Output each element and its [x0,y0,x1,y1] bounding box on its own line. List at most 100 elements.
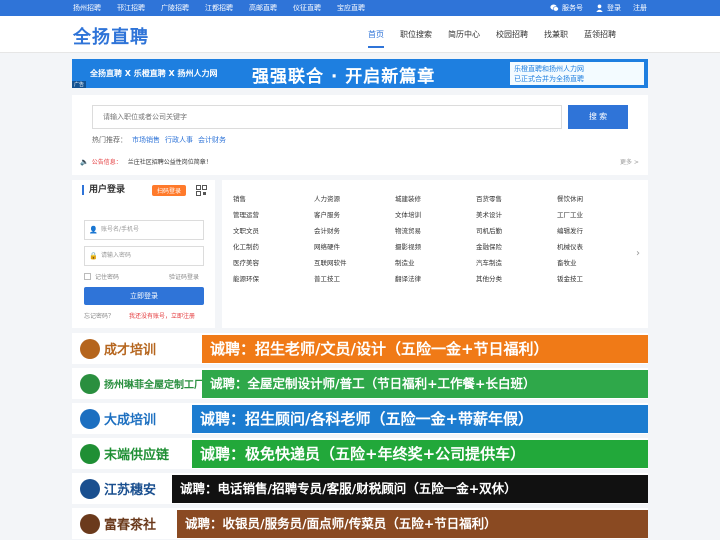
account-placeholder: 账号名/手机号 [101,226,140,233]
ad-job-text: 诚聘：极免快递员（五险+年终奖+公司提供车） [192,440,648,468]
service-account-link[interactable]: 服务号 [550,3,583,13]
qr-login-button[interactable]: 扫码登录 [152,185,187,196]
hot-link-sales[interactable]: 市场销售 [132,135,160,145]
category-link[interactable]: 金融保险 [476,241,557,257]
register-link[interactable]: 注册 [633,3,647,13]
category-link[interactable]: 互联网软件 [314,257,395,273]
category-link[interactable]: 文职文员 [233,225,314,241]
notice-more-link[interactable]: 更多 > [620,157,639,166]
promo-banner[interactable]: 全扬直聘 X 乐橙直聘 X 扬州人力网 强强联合 · 开启新篇章 乐橙直聘和扬州… [72,59,648,88]
ad-company-logo: 江苏穗安 [72,473,156,504]
city-link-yangzhou[interactable]: 扬州招聘 [73,0,101,16]
category-link[interactable]: 工厂工业 [557,209,638,225]
qrcode-icon[interactable] [196,185,207,196]
ad-company-name: 成才培训 [104,343,157,358]
category-link[interactable]: 物流贸易 [395,225,476,241]
category-link[interactable]: 能源环保 [233,273,314,289]
city-link-jiangdu[interactable]: 江都招聘 [205,0,233,16]
category-link[interactable]: 美术设计 [476,209,557,225]
category-link[interactable]: 摄影视频 [395,241,476,257]
wechat-icon [550,4,559,12]
category-link[interactable]: 翻译法律 [395,273,476,289]
category-link[interactable]: 畜牧业 [557,257,638,273]
remember-label: 记住密码 [95,274,120,281]
nav-home[interactable]: 首页 [360,16,392,53]
category-link[interactable]: 机械仪表 [557,241,638,257]
search-button[interactable]: 搜 索 [568,105,628,129]
notice-link[interactable]: 兰庄社区招聘公益性岗位简章！ [128,157,212,166]
account-field[interactable]: 👤 账号名/手机号 [84,220,204,240]
nav-blue-collar[interactable]: 蓝领招聘 [576,16,624,53]
login-title: 用户登录 [82,185,125,195]
main-nav: 首页 职位搜索 简历中心 校园招聘 找兼职 蓝领招聘 [360,16,624,53]
category-link[interactable]: 司机后勤 [476,225,557,241]
hot-link-accounting[interactable]: 会计财务 [198,135,226,145]
hot-label: 热门推荐： [92,136,127,144]
top-bar: 扬州招聘 邗江招聘 广陵招聘 江都招聘 高邮直聘 仪征直聘 宝应直聘 服务号 登… [0,0,720,16]
job-categories: 销售 人力资源 城建装修 百货零售 餐饮休闲管理运营 客户服务 文体培训 美术设计 工厂工业文职… [222,180,648,328]
ad-tag: 广告 [72,81,87,88]
category-link[interactable]: 城建装修 [395,193,476,209]
category-link[interactable]: 汽车制造 [476,257,557,273]
ad-banner[interactable]: 成才培训 诚聘：招生老师/文员/设计（五险一金+节日福利） [72,333,648,364]
password-field[interactable]: 🔒 请输入密码 [84,246,204,266]
category-link[interactable]: 百货零售 [476,193,557,209]
remember-checkbox[interactable] [84,273,91,280]
search-panel: 搜 索 热门推荐： 市场销售 行政人事 会计财务 🔈 公告信息： 兰庄社区招聘公… [72,95,648,175]
hot-recommendations: 热门推荐： 市场销售 行政人事 会计财务 [92,135,226,145]
lock-icon: 🔒 [89,252,98,260]
ad-banner[interactable]: 末端供应链 诚聘：极免快递员（五险+年终奖+公司提供车） [72,438,648,469]
search-input[interactable] [92,105,562,129]
ad-banner[interactable]: 富春茶社 诚聘：收银员/服务员/面点师/传菜员（五险+节日福利） [72,508,648,539]
category-link[interactable]: 销售 [233,193,314,209]
category-link[interactable]: 其他分类 [476,273,557,289]
category-link[interactable]: 化工制药 [233,241,314,257]
city-link-guangling[interactable]: 广陵招聘 [161,0,189,16]
ad-banner[interactable]: 扬州琳菲全屋定制工厂直销 诚聘：全屋定制设计师/普工（节日福利+工作餐+长白班） [72,368,648,399]
ad-company-logo: 富春茶社 [72,508,156,539]
category-link[interactable]: 餐饮休闲 [557,193,638,209]
category-link[interactable]: 人力资源 [314,193,395,209]
ad-banner[interactable]: 大成培训 诚聘：招生顾问/各科老师（五险一金+带薪年假） [72,403,648,434]
category-link[interactable]: 普工技工 [314,273,395,289]
ad-job-text: 诚聘：全屋定制设计师/普工（节日福利+工作餐+长白班） [202,370,648,398]
company-logo-icon [80,478,100,499]
site-logo[interactable]: 全扬直聘 [73,23,149,49]
category-link[interactable]: 会计财务 [314,225,395,241]
nav-job-search[interactable]: 职位搜索 [392,16,440,53]
ad-company-name: 江苏穗安 [104,483,157,498]
hot-link-admin-hr[interactable]: 行政人事 [165,135,193,145]
login-submit-button[interactable]: 立即登录 [84,287,204,305]
nav-campus[interactable]: 校园招聘 [488,16,536,53]
category-link[interactable]: 制造业 [395,257,476,273]
company-logo-icon [80,338,100,359]
category-link[interactable]: 文体培训 [395,209,476,225]
top-bar-actions: 服务号 登录 注册 [550,0,647,16]
speaker-icon: 🔈 [80,157,89,166]
city-link-baoying[interactable]: 宝应直聘 [337,0,365,16]
nav-part-time[interactable]: 找兼职 [536,16,576,53]
user-icon [596,4,603,12]
signup-link[interactable]: 我还没有账号，立即注册 [129,311,195,320]
category-link[interactable]: 医疗美容 [233,257,314,273]
company-logo-icon [80,443,100,464]
ad-banner[interactable]: 江苏穗安 诚聘：电话销售/招聘专员/客服/财税顾问（五险一金+双休） [72,473,648,504]
category-link[interactable]: 编辑发行 [557,225,638,241]
forgot-password-link[interactable]: 忘记密码？ [84,311,114,320]
chevron-right-icon[interactable]: › [636,248,640,259]
city-links: 扬州招聘 邗江招聘 广陵招聘 江都招聘 高邮直聘 仪征直聘 宝应直聘 [73,0,381,16]
category-link[interactable]: 网络硬件 [314,241,395,257]
nav-resume-center[interactable]: 简历中心 [440,16,488,53]
category-link[interactable]: 客户服务 [314,209,395,225]
remember-password[interactable]: 记住密码 [84,272,119,281]
city-link-gaoyou[interactable]: 高邮直聘 [249,0,277,16]
banner-merge-note: 乐橙直聘和扬州人力网 已正式合并为全扬直聘 [510,62,644,85]
category-link[interactable]: 钣金技工 [557,273,638,289]
city-link-hanjiang[interactable]: 邗江招聘 [117,0,145,16]
banner-partners: 全扬直聘 X 乐橙直聘 X 扬州人力网 [90,69,218,78]
category-link[interactable]: 管理运营 [233,209,314,225]
verify-code-login-link[interactable]: 验证码登录 [169,272,199,281]
password-placeholder: 请输入密码 [101,252,132,259]
login-link[interactable]: 登录 [595,3,621,13]
city-link-yizheng[interactable]: 仪征直聘 [293,0,321,16]
